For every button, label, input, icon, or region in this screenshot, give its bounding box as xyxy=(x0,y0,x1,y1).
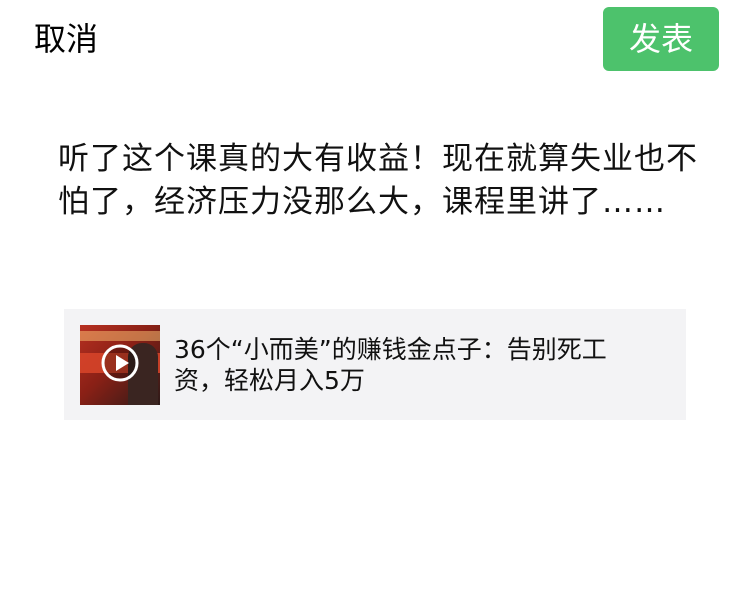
link-title: 36个“小而美”的赚钱金点子：告别死工资，轻松月入5万 xyxy=(174,335,607,395)
post-button[interactable]: 发表 xyxy=(603,7,719,71)
post-text-input[interactable]: 听了这个课真的大有收益！现在就算失业也不怕了，经济压力没那么大，课程里讲了…… xyxy=(58,138,698,224)
thumbnail-stripe xyxy=(80,331,160,341)
top-bar: 取消 发表 xyxy=(0,0,750,80)
shared-link-card[interactable]: 36个“小而美”的赚钱金点子：告别死工资，轻松月入5万 xyxy=(64,309,686,420)
play-icon xyxy=(101,344,139,382)
cancel-button[interactable]: 取消 xyxy=(34,17,98,61)
video-thumbnail xyxy=(80,325,160,405)
